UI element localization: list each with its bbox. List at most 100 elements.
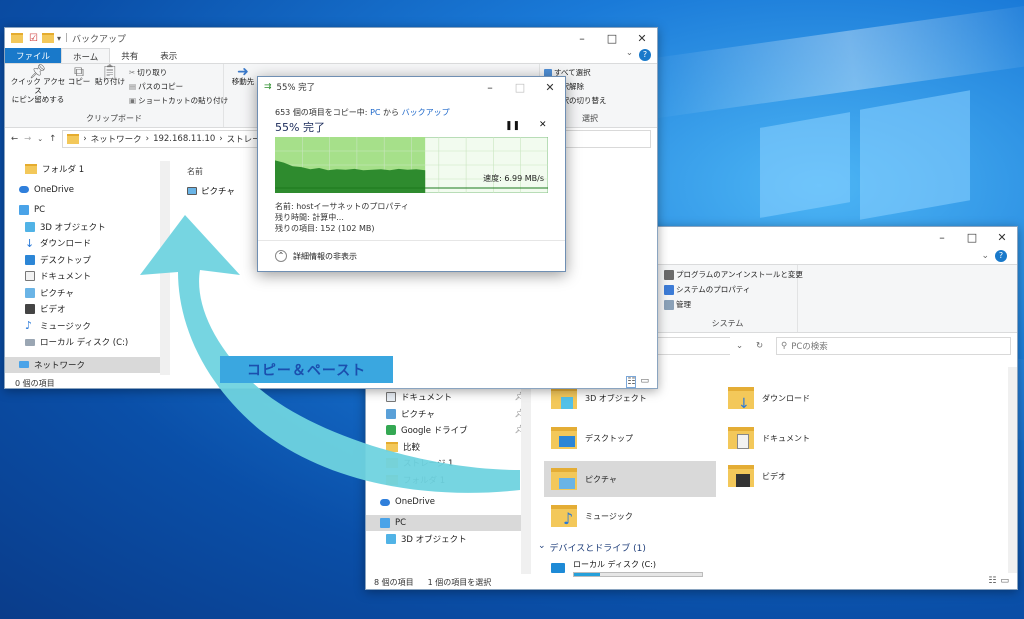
drive-item-c[interactable]: ローカル ディスク (C:) (551, 559, 703, 577)
minimize-icon[interactable]: – (567, 32, 597, 45)
tab-view[interactable]: 表示 (149, 48, 188, 63)
up-arrow-icon[interactable]: ↑ (49, 134, 56, 144)
details-view-icon[interactable]: ☷ (626, 376, 637, 388)
nav-item-pictures[interactable]: ピクチャ (5, 285, 170, 302)
breadcrumb-ip[interactable]: 192.168.11.10 (153, 134, 215, 144)
nav-item-folder1[interactable]: フォルダ 1 (5, 161, 170, 178)
manage-button[interactable]: 管理 (664, 299, 691, 310)
folder-item-documents[interactable]: ドキュメント (728, 427, 810, 449)
pc-icon (380, 517, 390, 528)
maximize-icon[interactable]: □ (957, 231, 987, 244)
close-icon[interactable]: ✕ (535, 81, 565, 94)
close-icon[interactable]: ✕ (987, 231, 1017, 244)
details-toggle[interactable]: ⌃ 詳細情報の非表示 (275, 250, 357, 262)
system-icon (664, 284, 674, 295)
nav-item-pictures[interactable]: ピクチャ 📌︎ (366, 406, 531, 423)
nav-item-compare[interactable]: 比較 (366, 439, 531, 456)
nav-item-desktop[interactable]: デスクトップ (5, 252, 170, 269)
large-icons-view-icon[interactable]: ▭ (640, 376, 649, 388)
download-icon: ↓ (25, 236, 35, 250)
pause-icon[interactable]: ❚❚ (505, 121, 520, 131)
nav-item-onedrive[interactable]: OneDrive (366, 494, 531, 511)
copy-label: コピー (67, 77, 91, 86)
system-properties-button[interactable]: システムのプロパティ (664, 284, 750, 295)
help-icon[interactable]: ? (995, 249, 1007, 262)
paste-shortcut-button[interactable]: ▣ ショートカットの貼り付け (129, 95, 228, 106)
ribbon-tabs: ファイル ホーム 共有 表示 ⌄ ? (5, 48, 657, 64)
nav-item-folder1[interactable]: フォルダ 1 (366, 472, 531, 489)
nav-scrollbar[interactable] (160, 161, 170, 375)
copy-path-button[interactable]: ▤ パスのコピー (129, 81, 183, 92)
paste-shortcut-label: ショートカットの貼り付け (138, 96, 229, 105)
content-scrollbar[interactable] (1008, 367, 1017, 573)
new-folder-icon[interactable] (41, 33, 54, 43)
close-icon[interactable]: ✕ (627, 32, 657, 45)
copy-paste-label: コピー＆ペースト (220, 356, 393, 383)
desktop-folder-icon (551, 427, 577, 449)
details-view-icon[interactable]: ☷ (988, 576, 996, 586)
uninstall-button[interactable]: プログラムのアンインストールと変更 (664, 269, 803, 280)
folder-icon (25, 164, 37, 175)
cancel-icon[interactable]: ✕ (539, 120, 547, 130)
large-icons-view-icon[interactable]: ▭ (1000, 576, 1009, 586)
tab-file[interactable]: ファイル (5, 48, 62, 63)
folder-icon (11, 33, 23, 43)
folder-item-music[interactable]: ♪ ミュージック (551, 505, 633, 527)
recent-dropdown-icon[interactable]: ⌄ (37, 135, 43, 143)
forward-arrow-icon[interactable]: → (24, 134, 31, 144)
expand-ribbon-icon[interactable]: ⌄ (981, 251, 989, 261)
nav-item-downloads[interactable]: ↓ ダウンロード (5, 235, 170, 252)
search-box[interactable]: ⚲ PCの検索 (776, 337, 1011, 355)
folder-item-desktop[interactable]: デスクトップ (551, 427, 633, 449)
help-icon[interactable]: ? (639, 49, 651, 61)
nav-item-documents[interactable]: ドキュメント 📌︎ (366, 389, 531, 406)
nav-item-3d-objects[interactable]: 3D オブジェクト (366, 531, 531, 548)
file-item-pictures[interactable]: ピクチャ (187, 185, 235, 197)
folder-label: ミュージック (585, 511, 633, 521)
back-arrow-icon[interactable]: ← (11, 134, 18, 144)
folder-item-videos[interactable]: ビデオ (728, 465, 786, 487)
folder-item-3d-objects[interactable]: 3D オブジェクト (551, 387, 647, 409)
nav-item-storage[interactable]: ストレージ 1 (366, 455, 531, 472)
network-icon (19, 361, 29, 369)
copy-button[interactable]: ⧉ コピー (67, 65, 91, 86)
expand-ribbon-icon[interactable]: ⌄ (626, 48, 639, 63)
drive-usage-bar (573, 572, 703, 577)
documents-folder-icon (728, 427, 754, 449)
refresh-icon[interactable]: ↻ (756, 341, 770, 351)
minimize-icon[interactable]: – (475, 81, 505, 94)
nav-item-onedrive[interactable]: OneDrive (5, 182, 170, 199)
maximize-icon[interactable]: □ (597, 32, 627, 45)
nav-item-pc[interactable]: PC (5, 202, 170, 219)
quick-access-dropdown-icon[interactable]: ▾ (57, 34, 61, 43)
nav-item-music[interactable]: ♪ ミュージック (5, 318, 170, 335)
nav-label: ピクチャ (401, 409, 435, 420)
folder-item-pictures[interactable]: ピクチャ (544, 461, 716, 497)
tab-home[interactable]: ホーム (61, 48, 111, 63)
destination-link[interactable]: バックアップ (402, 108, 450, 117)
nav-item-3d-objects[interactable]: 3D オブジェクト (5, 219, 170, 236)
nav-item-videos[interactable]: ビデオ (5, 301, 170, 318)
dropdown-icon[interactable]: ⌄ (736, 341, 750, 351)
folder-item-downloads[interactable]: ↓ ダウンロード (728, 387, 810, 411)
3d-objects-folder-icon (551, 387, 577, 409)
nav-item-local-disk[interactable]: ローカル ディスク (C:) (5, 334, 170, 351)
nav-scrollbar[interactable] (521, 389, 531, 574)
tab-share[interactable]: 共有 (110, 48, 149, 63)
breadcrumb-network[interactable]: ネットワーク (91, 133, 142, 145)
move-to-button[interactable]: ➜ 移動先 (228, 65, 258, 86)
system-group: プログラムのアンインストールと変更 システムのプロパティ 管理 システム (658, 265, 803, 332)
devices-header[interactable]: ⌄ デバイスとドライブ (1) (538, 541, 646, 554)
manage-label: 管理 (676, 300, 691, 309)
nav-item-google-drive[interactable]: Google ドライブ 📌︎ (366, 422, 531, 439)
nav-item-documents[interactable]: ドキュメント (5, 268, 170, 285)
minimize-icon[interactable]: – (927, 231, 957, 244)
column-header-name[interactable]: 名前 (187, 166, 203, 177)
properties-icon[interactable]: ☑ (29, 33, 38, 44)
pin-quick-access-button[interactable]: 📌︎ クイック アクセス にピン留めする (9, 65, 67, 104)
nav-item-pc[interactable]: PC (366, 514, 531, 531)
source-link[interactable]: PC (370, 108, 380, 117)
nav-item-network[interactable]: ネットワーク (5, 356, 170, 373)
paste-button[interactable]: 📋︎ 貼り付け (93, 65, 127, 86)
cut-button[interactable]: ✂ 切り取り (129, 67, 167, 78)
